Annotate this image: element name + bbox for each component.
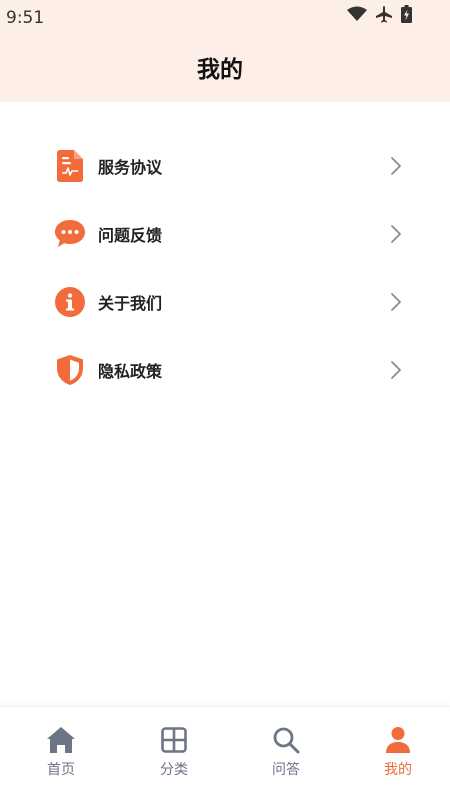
menu-item-label: 隐私政策 <box>98 362 163 381</box>
nav-label: 分类 <box>160 762 188 778</box>
menu-item-service-agreement[interactable]: 服务协议 <box>0 132 450 200</box>
search-icon <box>246 725 326 755</box>
info-icon <box>54 286 86 318</box>
nav-item-home[interactable]: 首页 <box>21 725 101 779</box>
chevron-right-icon <box>390 156 402 176</box>
grid-icon <box>134 725 214 755</box>
menu-item-label: 问题反馈 <box>98 226 163 245</box>
menu-item-about-us[interactable]: 关于我们 <box>0 268 450 336</box>
phone-screen: 9:51 我的 服务协议 问题反馈 关于我们 隐私政策 首页 分类 问答 我的 <box>0 0 450 800</box>
page-title: 我的 <box>197 57 243 83</box>
nav-label: 问答 <box>272 762 300 778</box>
wifi-icon <box>347 6 367 22</box>
menu-item-label: 关于我们 <box>98 294 163 313</box>
nav-label: 我的 <box>384 762 412 778</box>
chevron-right-icon <box>390 224 402 244</box>
menu-item-feedback[interactable]: 问题反馈 <box>0 200 450 268</box>
shield-icon <box>54 354 86 386</box>
nav-item-category[interactable]: 分类 <box>134 725 214 779</box>
status-bar: 9:51 <box>0 0 450 34</box>
settings-menu: 服务协议 问题反馈 关于我们 隐私政策 <box>0 132 450 404</box>
bottom-nav: 首页 分类 问答 我的 <box>0 706 450 800</box>
home-icon <box>21 725 101 755</box>
nav-label: 首页 <box>47 762 75 778</box>
menu-item-privacy-policy[interactable]: 隐私政策 <box>0 336 450 404</box>
battery-charging-icon <box>401 5 412 23</box>
person-icon <box>358 725 438 755</box>
chat-bubble-icon <box>54 218 86 250</box>
menu-item-label: 服务协议 <box>98 158 163 177</box>
airplane-icon <box>375 5 393 23</box>
status-icons <box>347 4 412 24</box>
chevron-right-icon <box>390 292 402 312</box>
chevron-right-icon <box>390 360 402 380</box>
nav-item-mine[interactable]: 我的 <box>358 725 438 779</box>
status-time: 9:51 <box>6 8 45 28</box>
document-icon <box>54 150 86 182</box>
header: 9:51 我的 <box>0 0 450 102</box>
nav-item-qa[interactable]: 问答 <box>246 725 326 779</box>
